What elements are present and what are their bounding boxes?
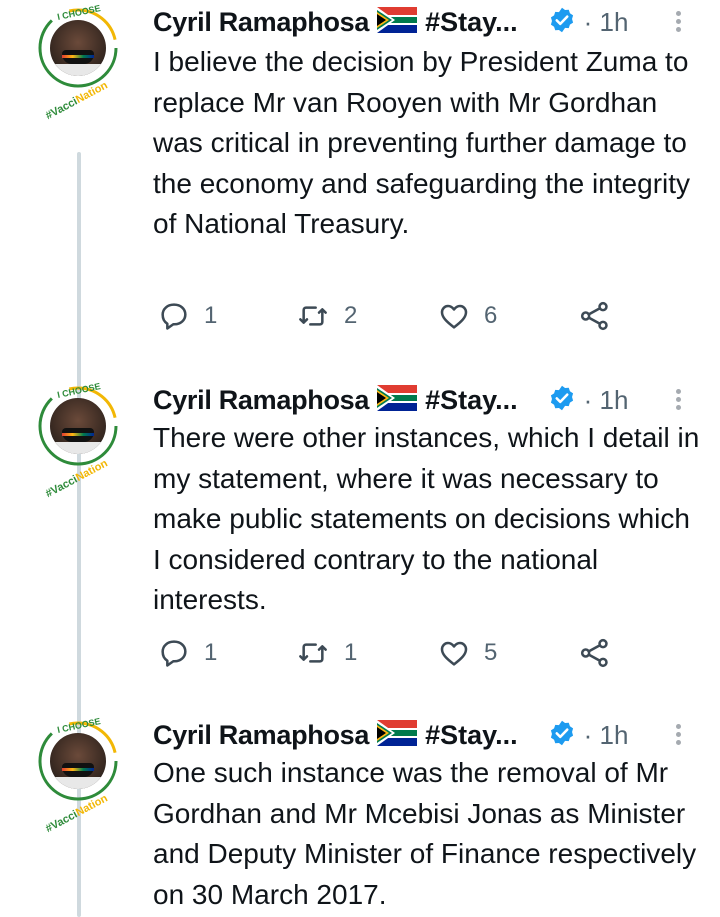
south-africa-flag-icon bbox=[377, 719, 418, 751]
tweet-time[interactable]: · 1h bbox=[584, 385, 629, 416]
tweet-actions: 1 2 6 bbox=[158, 300, 678, 336]
like-count: 5 bbox=[484, 639, 498, 666]
verified-icon bbox=[548, 384, 576, 417]
avatar[interactable]: I CHOOSE #VacciNation bbox=[26, 378, 126, 498]
more-icon[interactable] bbox=[676, 721, 684, 748]
share-icon bbox=[580, 301, 608, 331]
share-icon bbox=[580, 638, 608, 668]
more-icon[interactable] bbox=[676, 8, 684, 35]
author-handle-suffix: #Stay... bbox=[425, 384, 518, 415]
like-button[interactable]: 6 bbox=[438, 300, 497, 332]
avatar-photo bbox=[50, 20, 106, 76]
tweet-text: One such instance was the removal of Mr … bbox=[153, 757, 697, 910]
verified-icon bbox=[548, 719, 576, 752]
author-name[interactable]: Cyril Ramaphosa bbox=[153, 720, 369, 751]
reply-button[interactable]: 1 bbox=[158, 300, 217, 332]
tweet-header: Cyril Ramaphosa #Stay... · 1h bbox=[153, 2, 628, 42]
like-icon bbox=[440, 304, 468, 329]
share-button[interactable] bbox=[578, 300, 612, 332]
more-icon[interactable] bbox=[676, 386, 684, 413]
verified-icon bbox=[548, 6, 576, 39]
south-africa-flag-icon bbox=[377, 384, 418, 416]
author-handle-suffix: #Stay... bbox=[425, 6, 518, 37]
like-icon bbox=[440, 641, 468, 666]
reply-count: 1 bbox=[204, 302, 218, 329]
reply-button[interactable]: 1 bbox=[158, 637, 217, 669]
avatar[interactable]: I CHOOSE #VacciNation bbox=[26, 713, 126, 833]
author-name[interactable]: Cyril Ramaphosa bbox=[153, 7, 369, 38]
reply-count: 1 bbox=[204, 639, 218, 666]
like-count: 6 bbox=[484, 302, 498, 329]
retweet-icon bbox=[299, 643, 327, 663]
tweet-header: Cyril Ramaphosa #Stay... · 1h bbox=[153, 715, 628, 755]
avatar-photo bbox=[50, 398, 106, 454]
retweet-icon bbox=[299, 306, 327, 326]
like-button[interactable]: 5 bbox=[438, 637, 497, 669]
tweet-actions: 1 1 5 bbox=[158, 637, 678, 673]
author-handle-suffix: #Stay... bbox=[425, 719, 518, 750]
tweet-time[interactable]: · 1h bbox=[584, 720, 629, 751]
retweet-button[interactable]: 2 bbox=[296, 300, 357, 332]
reply-icon bbox=[161, 640, 187, 667]
retweet-count: 2 bbox=[344, 302, 358, 329]
retweet-button[interactable]: 1 bbox=[296, 637, 357, 669]
reply-icon bbox=[161, 303, 187, 330]
author-name[interactable]: Cyril Ramaphosa bbox=[153, 385, 369, 416]
share-button[interactable] bbox=[578, 637, 612, 669]
retweet-count: 1 bbox=[344, 639, 358, 666]
tweet-text: I believe the decision by President Zuma… bbox=[153, 46, 691, 239]
avatar-photo bbox=[50, 733, 106, 789]
tweet-time[interactable]: · 1h bbox=[584, 7, 629, 38]
avatar[interactable]: I CHOOSE #VacciNation bbox=[26, 0, 126, 120]
tweet-text: There were other instances, which I deta… bbox=[153, 422, 700, 615]
tweet-header: Cyril Ramaphosa #Stay... · 1h bbox=[153, 380, 628, 420]
south-africa-flag-icon bbox=[377, 6, 418, 38]
